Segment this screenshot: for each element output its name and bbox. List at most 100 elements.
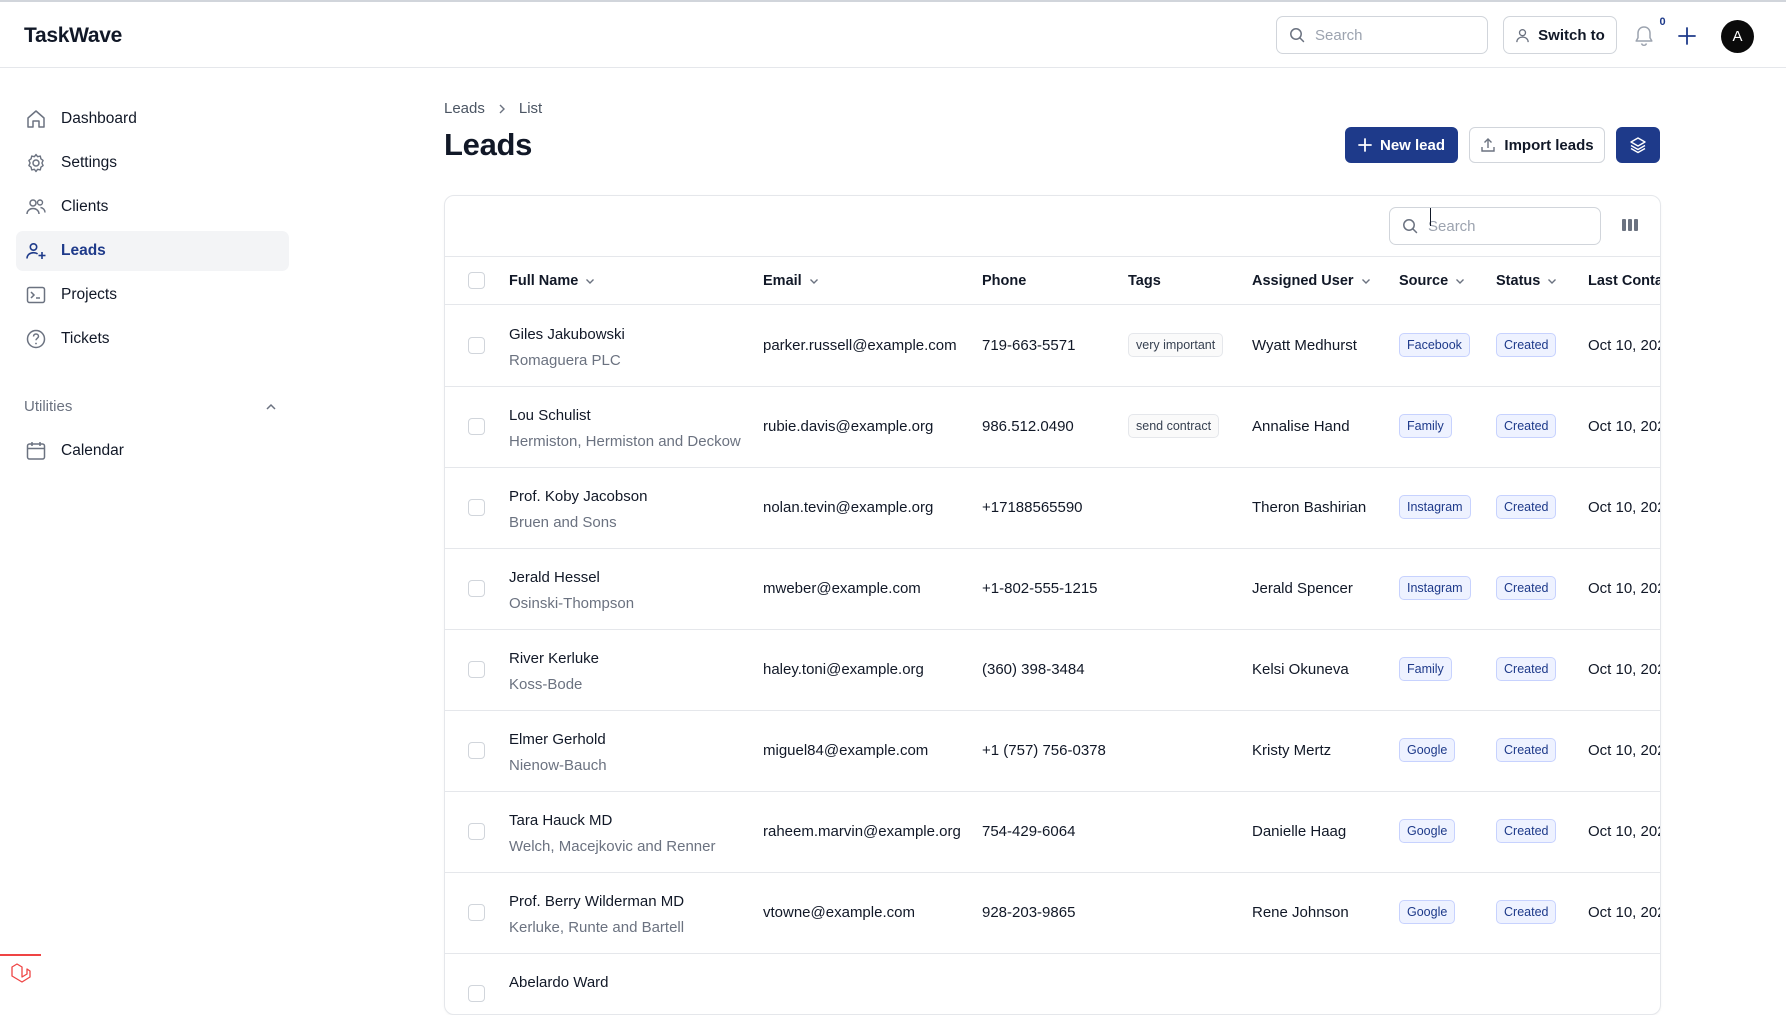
lead-source-badge: Family — [1399, 657, 1452, 681]
lead-last-contact: Oct 10, 202 — [1588, 742, 1661, 759]
table-row[interactable]: Elmer Gerhold Nienow-Bauch miguel84@exam… — [445, 711, 1661, 792]
table-row[interactable]: Giles Jakubowski Romaguera PLC parker.ru… — [445, 306, 1661, 387]
row-checkbox[interactable] — [468, 580, 485, 597]
lead-name[interactable]: Abelardo Ward — [509, 974, 609, 991]
layers-button[interactable] — [1616, 127, 1660, 163]
lead-email: parker.russell@example.com — [763, 337, 957, 354]
lead-company: Kerluke, Runte and Bartell — [509, 919, 685, 936]
column-header-full-name[interactable]: Full Name — [509, 273, 596, 289]
table-row[interactable]: Abelardo Ward — [445, 954, 1660, 1014]
plus-icon[interactable] — [1676, 25, 1698, 47]
framework-logo-badge[interactable] — [0, 954, 41, 987]
lead-email: raheem.marvin@example.org — [763, 823, 961, 840]
user-avatar[interactable]: A — [1721, 20, 1754, 53]
lead-phone: 754-429-6064 — [982, 823, 1076, 840]
column-header-assigned-user[interactable]: Assigned User — [1252, 273, 1372, 289]
question-circle-icon — [26, 329, 46, 349]
table-search-input[interactable]: Search — [1389, 207, 1601, 245]
lead-name[interactable]: River Kerluke — [509, 650, 599, 667]
gear-icon — [28, 153, 44, 173]
laravel-icon — [11, 963, 31, 983]
home-icon — [27, 110, 45, 128]
column-header-source[interactable]: Source — [1399, 273, 1466, 289]
column-header-last-contact[interactable]: Last Conta — [1588, 273, 1660, 289]
lead-assigned-user: Theron Bashirian — [1252, 499, 1367, 516]
lead-name[interactable]: Prof. Berry Wilderman MD — [509, 893, 684, 910]
column-header-status[interactable]: Status — [1496, 273, 1558, 289]
row-checkbox[interactable] — [468, 904, 485, 921]
breadcrumb: Leads List — [444, 100, 542, 117]
table-row[interactable]: Prof. Berry Wilderman MD Kerluke, Runte … — [445, 873, 1660, 954]
row-checkbox[interactable] — [468, 985, 485, 1002]
lead-phone: 719-663-5571 — [982, 337, 1076, 354]
switch-to-label: Switch to — [1538, 26, 1605, 44]
table-row[interactable]: Jerald Hessel Osinski-Thompson mweber@ex… — [445, 549, 1660, 630]
row-checkbox[interactable] — [468, 337, 485, 354]
sidebar-item-leads[interactable]: Leads — [16, 231, 289, 271]
import-leads-button[interactable]: Import leads — [1469, 127, 1605, 163]
lead-last-contact: Oct 10, 202 — [1588, 337, 1661, 354]
new-lead-button[interactable]: New lead — [1345, 127, 1458, 163]
select-all-checkbox[interactable] — [468, 272, 485, 289]
sidebar-item-projects[interactable]: Projects — [16, 275, 289, 315]
notification-count-badge: 0 — [1654, 14, 1671, 31]
chevron-down-icon — [1361, 279, 1370, 284]
chevron-down-icon — [809, 279, 818, 284]
lead-name[interactable]: Prof. Koby Jacobson — [509, 488, 647, 505]
breadcrumb-leads[interactable]: Leads — [444, 100, 485, 117]
lead-name[interactable]: Elmer Gerhold — [509, 731, 606, 748]
row-checkbox[interactable] — [468, 823, 485, 840]
sidebar-item-label: Tickets — [61, 330, 110, 347]
layers-icon — [1630, 137, 1646, 154]
lead-phone: +1-802-555-1215 — [982, 580, 1098, 597]
lead-name[interactable]: Tara Hauck MD — [509, 812, 612, 829]
columns-icon[interactable] — [1621, 217, 1639, 233]
sidebar-item-clients[interactable]: Clients — [16, 187, 289, 227]
sidebar-item-calendar[interactable]: Calendar — [16, 431, 289, 471]
lead-name[interactable]: Jerald Hessel — [509, 569, 600, 586]
chevron-down-icon — [1548, 279, 1557, 284]
chevron-down-icon — [1456, 279, 1465, 284]
lead-tag: very important — [1128, 333, 1224, 357]
table-row[interactable]: Tara Hauck MD Welch, Macejkovic and Renn… — [445, 792, 1660, 873]
sidebar-item-label: Leads — [61, 242, 106, 259]
sidebar-item-dashboard[interactable]: Dashboard — [16, 99, 289, 139]
lead-company: Osinski-Thompson — [509, 595, 635, 612]
row-checkbox[interactable] — [468, 499, 485, 516]
lead-assigned-user: Annalise Hand — [1252, 418, 1350, 435]
lead-company: Hermiston, Hermiston and Deckow — [509, 433, 741, 450]
sidebar-item-settings[interactable]: Settings — [16, 143, 289, 183]
lead-company: Bruen and Sons — [509, 514, 617, 531]
lead-name[interactable]: Giles Jakubowski — [509, 326, 625, 343]
lead-company: Nienow-Bauch — [509, 757, 607, 774]
sidebar-section-utilities[interactable]: Utilities — [24, 398, 72, 415]
row-checkbox[interactable] — [468, 661, 485, 678]
lead-phone: (360) 398-3484 — [982, 661, 1085, 678]
column-header-email[interactable]: Email — [763, 273, 820, 289]
lead-source-badge: Google — [1399, 738, 1456, 762]
lead-phone: +1 (757) 756-0378 — [982, 742, 1106, 759]
row-checkbox[interactable] — [468, 418, 485, 435]
sidebar-item-tickets[interactable]: Tickets — [16, 319, 289, 359]
lead-status-badge: Created — [1496, 738, 1557, 762]
upload-icon — [1481, 138, 1496, 152]
lead-phone: +17188565590 — [982, 499, 1083, 516]
user-icon — [1516, 28, 1529, 42]
chevron-up-icon[interactable] — [264, 400, 278, 414]
table-row[interactable]: Prof. Koby Jacobson Bruen and Sons nolan… — [445, 468, 1660, 549]
table-row[interactable]: Lou Schulist Hermiston, Hermiston and De… — [445, 387, 1660, 468]
chevron-down-icon — [586, 279, 595, 284]
bell-icon[interactable] — [1633, 24, 1655, 48]
global-search-input[interactable]: Search — [1276, 16, 1488, 54]
lead-name[interactable]: Lou Schulist — [509, 407, 591, 424]
users-icon — [26, 199, 46, 215]
sidebar-item-label: Calendar — [61, 442, 124, 459]
app-logo[interactable]: TaskWave — [24, 24, 122, 48]
switch-to-button[interactable]: Switch to — [1503, 16, 1617, 54]
lead-source-badge: Google — [1399, 819, 1456, 843]
lead-company: Welch, Macejkovic and Renner — [509, 838, 716, 855]
table-row[interactable]: River Kerluke Koss-Bode haley.toni@examp… — [445, 630, 1660, 711]
lead-assigned-user: Jerald Spencer — [1252, 580, 1353, 597]
row-checkbox[interactable] — [468, 742, 485, 759]
lead-email: nolan.tevin@example.org — [763, 499, 934, 516]
